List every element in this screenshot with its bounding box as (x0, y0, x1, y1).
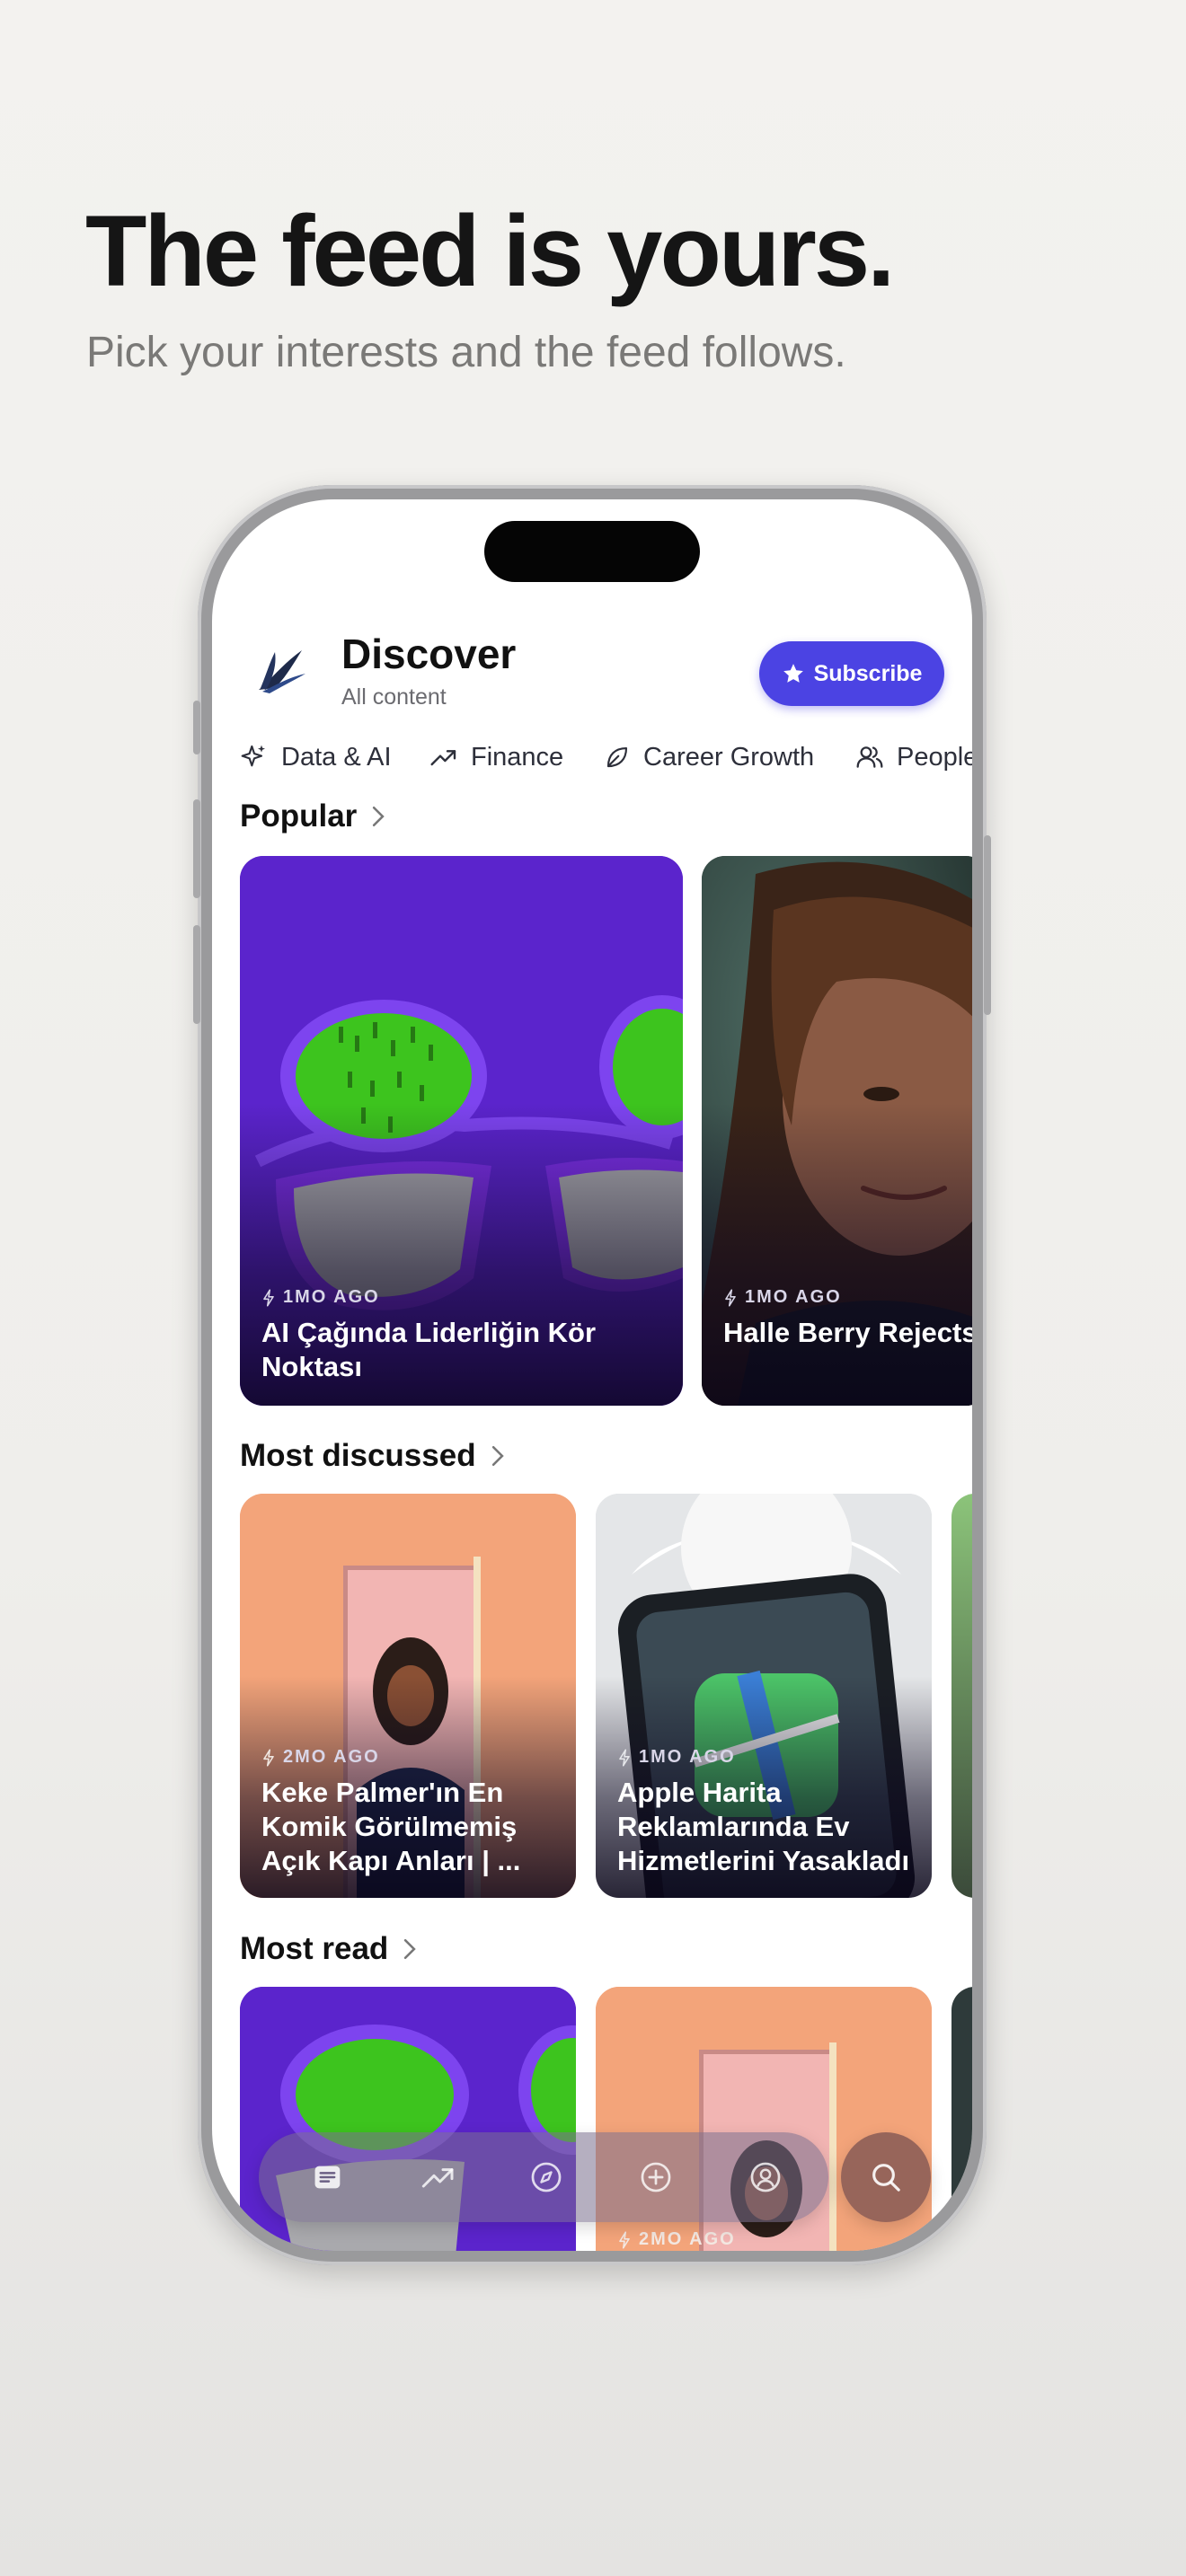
article-card[interactable]: 1MO AGO AI Çağında Liderliğin Kör Noktas… (240, 856, 683, 1406)
bolt-icon (263, 1748, 274, 1767)
chevron-right-icon (404, 1938, 417, 1960)
bolt-icon (725, 1288, 736, 1307)
card-meta: 1MO AGO (723, 1287, 842, 1308)
page-subtitle: All content (341, 684, 447, 710)
phone-screen: Discover All content Subscribe Data & AI (212, 499, 972, 2251)
page-title: Discover (341, 631, 517, 677)
section-most-discussed-header[interactable]: Most discussed (240, 1438, 507, 1474)
phone-frame: Discover All content Subscribe Data & AI (193, 485, 991, 2265)
section-title: Most read (240, 1931, 389, 1966)
plus-circle-icon (641, 2162, 671, 2192)
bolt-icon (263, 1288, 274, 1307)
section-popular-header[interactable]: Popular (240, 798, 387, 834)
phone-power-button (984, 835, 991, 1015)
topic-people[interactable]: People (855, 735, 972, 780)
users-icon (856, 746, 883, 768)
card-title: Apple Harita Reklamlarında Ev Hizmetleri… (617, 1777, 910, 1876)
card-title: Halle Berry Rejects at 60 (723, 1317, 972, 1348)
search-icon (872, 2164, 900, 2192)
tab-explore[interactable] (525, 2156, 568, 2199)
card-time: 1MO AGO (745, 1287, 842, 1307)
card-meta: 1MO AGO (617, 1747, 736, 1768)
phone-volume-up (193, 799, 200, 898)
article-card-peek[interactable] (951, 1987, 972, 2251)
star-icon (783, 664, 803, 683)
leaf-icon (606, 746, 628, 768)
tab-trending[interactable] (417, 2156, 460, 2199)
chevron-right-icon (373, 806, 385, 827)
bolt-icon (619, 1748, 630, 1767)
phone-volume-down (193, 925, 200, 1024)
topic-label: Data & AI (281, 742, 392, 772)
trending-up-icon (430, 750, 456, 766)
news-icon (314, 2166, 341, 2189)
sparkles-icon (241, 745, 265, 767)
article-card[interactable]: 1MO AGO Halle Berry Rejects at 60 (702, 856, 972, 1406)
topic-filter-bar: Data & AI Finance Career Growth People (212, 735, 972, 780)
app-logo-icon (259, 650, 305, 693)
bolt-icon (619, 2230, 630, 2249)
phone-action-button (193, 701, 200, 754)
tab-create[interactable] (634, 2156, 677, 2199)
topic-label: Finance (471, 742, 564, 772)
marketing-subhead: Pick your interests and the feed follows… (86, 329, 846, 376)
profile-icon (750, 2162, 781, 2192)
subscribe-label: Subscribe (813, 660, 923, 686)
article-card[interactable]: 1MO AGO Apple Harita Reklamlarında Ev Hi… (596, 1494, 932, 1898)
article-card[interactable]: 2MO AGO Keke Palmer'ın En Komik Görülmem… (240, 1494, 576, 1898)
tab-news[interactable] (307, 2156, 350, 2199)
card-time: 1MO AGO (639, 1747, 736, 1767)
card-meta: 1MO AGO (261, 1287, 380, 1308)
section-most-read-header[interactable]: Most read (240, 1931, 419, 1967)
dynamic-island (484, 521, 700, 582)
card-time: 2MO AGO (639, 2229, 736, 2249)
article-card-peek[interactable] (951, 1494, 972, 1898)
card-time: 1MO AGO (283, 1287, 380, 1307)
trending-icon (421, 2168, 454, 2188)
subscribe-button[interactable]: Subscribe (759, 641, 944, 706)
section-title: Most discussed (240, 1438, 476, 1473)
section-title: Popular (240, 798, 358, 834)
card-title: Keke Palmer'ın En Komik Görülmemiş Açık … (261, 1777, 521, 1876)
card-scrim (702, 1103, 972, 1406)
card-meta: 2MO AGO (261, 1747, 380, 1768)
search-button[interactable] (841, 2132, 931, 2222)
app-header: Discover All content Subscribe (212, 607, 972, 715)
card-title: AI Çağında Liderliğin Kör Noktası (261, 1317, 597, 1382)
topic-data-ai[interactable]: Data & AI (240, 735, 392, 780)
topic-career-growth[interactable]: Career Growth (604, 735, 814, 780)
tab-profile[interactable] (744, 2156, 787, 2199)
chevron-right-icon (491, 1445, 504, 1467)
marketing-headline: The feed is yours. (85, 195, 895, 307)
tab-bar (259, 2132, 828, 2222)
card-time: 2MO AGO (283, 1747, 380, 1767)
topic-finance[interactable]: Finance (429, 735, 563, 780)
compass-icon (531, 2162, 562, 2192)
topic-label: People (897, 742, 972, 772)
card-meta: 2MO AGO (617, 2229, 736, 2250)
topic-label: Career Growth (643, 742, 815, 772)
